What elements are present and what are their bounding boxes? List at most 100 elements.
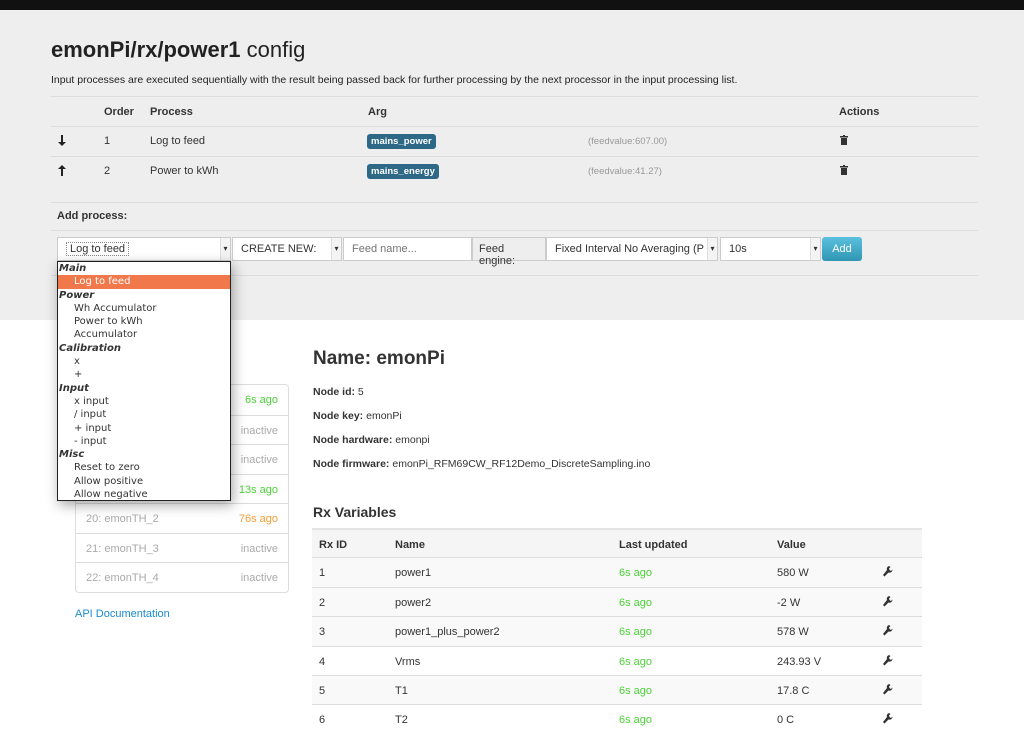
label: Node id: xyxy=(313,386,355,398)
feed-engine-select[interactable]: Fixed Interval No Averaging (P ▾ xyxy=(546,237,718,261)
dropdown-option[interactable]: x xyxy=(58,355,230,368)
wrench-icon[interactable] xyxy=(883,683,893,695)
value: emonpi xyxy=(392,434,430,446)
rx-name: power2 xyxy=(395,596,432,609)
rx-name: T2 xyxy=(395,714,408,727)
chevron-down-icon: ▾ xyxy=(220,238,230,260)
node-label: 22: emonTH_4 xyxy=(86,572,159,584)
arrow-down-icon[interactable] xyxy=(58,135,66,146)
dropdown-group-label: Input xyxy=(59,382,89,394)
rx-row: 6 T2 6s ago 0 C xyxy=(312,704,922,734)
dropdown-option[interactable]: Reset to zero xyxy=(58,461,230,474)
api-documentation-link[interactable]: API Documentation xyxy=(75,608,170,620)
node-status: inactive xyxy=(240,424,278,437)
value: emonPi xyxy=(363,410,402,422)
order: 1 xyxy=(104,135,111,147)
node-status: inactive xyxy=(240,542,278,555)
label: Node firmware: xyxy=(313,458,390,470)
dropdown-option[interactable]: / input xyxy=(58,408,230,421)
value: emonPi_RFM69CW_RF12Demo_DiscreteSampling… xyxy=(389,458,651,470)
node-list-item[interactable]: 20: emonTH_2 76s ago xyxy=(76,503,288,533)
wrench-icon[interactable] xyxy=(883,654,893,666)
col-arg: Arg xyxy=(368,106,387,118)
feed-name-input[interactable] xyxy=(343,237,472,261)
rx-value: 243.93 V xyxy=(777,655,822,668)
rx-name: Vrms xyxy=(395,655,421,668)
dropdown-option[interactable]: Log to feed xyxy=(58,275,230,289)
feedvalue: (feedvalue:41.27) xyxy=(588,166,662,177)
rx-id: 3 xyxy=(319,626,326,639)
rx-id: 5 xyxy=(319,684,326,697)
rx-updated: 6s ago xyxy=(619,714,653,727)
wrench-icon[interactable] xyxy=(883,713,893,724)
page-title: emonPi/rx/power1 config xyxy=(51,37,306,62)
node-status: 13s ago xyxy=(238,483,278,496)
selected-value: 10s xyxy=(729,243,747,255)
dropdown-option[interactable]: + xyxy=(58,368,230,381)
node-hardware: Node hardware: emonpi xyxy=(313,434,430,446)
dropdown-option[interactable]: + input xyxy=(58,422,230,435)
dropdown-option[interactable]: Wh Accumulator xyxy=(58,302,230,315)
add-button[interactable]: Add xyxy=(822,237,862,261)
dropdown-option[interactable]: x input xyxy=(58,395,230,408)
node-status: inactive xyxy=(240,454,278,466)
label: Node key: xyxy=(313,410,364,422)
col-order: Order xyxy=(104,106,134,118)
chevron-down-icon: ▾ xyxy=(707,238,717,260)
trash-icon[interactable] xyxy=(840,135,848,145)
node-list-item[interactable]: 21: emonTH_3 inactive xyxy=(76,532,288,563)
rx-id: 1 xyxy=(319,567,326,580)
rx-row: 3 power1_plus_power2 6s ago 578 W xyxy=(312,616,922,646)
label: Node hardware: xyxy=(313,434,393,446)
rx-value: 17.8 C xyxy=(777,684,810,697)
divider xyxy=(51,126,978,127)
process-dropdown-list[interactable]: Main Log to feed Power Wh Accumulator Power … xyxy=(57,261,231,501)
wrench-icon[interactable] xyxy=(883,625,893,636)
rx-name: power1_plus_power2 xyxy=(395,626,500,639)
dropdown-option[interactable]: Power to kWh xyxy=(58,315,230,328)
rx-name: power1 xyxy=(395,567,432,580)
page-description: Input processes are executed sequentiall… xyxy=(51,74,738,86)
node-name: Name: emonPi xyxy=(313,348,445,369)
divider xyxy=(51,156,978,157)
chevron-down-icon: ▾ xyxy=(810,238,820,260)
divider xyxy=(51,96,978,97)
trash-icon[interactable] xyxy=(840,165,848,175)
node-key: Node key: emonPi xyxy=(313,410,402,422)
add-process-label: Add process: xyxy=(57,210,128,222)
rx-updated: 6s ago xyxy=(619,655,653,668)
dropdown-group-label: Main xyxy=(59,263,87,274)
col-rx-id: Rx ID xyxy=(319,539,348,551)
interval-select[interactable]: 10s ▾ xyxy=(720,237,821,261)
selected-value: CREATE NEW: xyxy=(241,243,317,255)
arrow-up-icon[interactable] xyxy=(58,165,66,176)
wrench-icon[interactable] xyxy=(883,566,893,577)
process-name: Log to feed xyxy=(150,135,206,147)
node-status: inactive xyxy=(240,572,278,584)
dropdown-option[interactable]: Accumulator xyxy=(58,328,230,341)
node-label: 21: emonTH_3 xyxy=(86,542,159,555)
dropdown-option[interactable]: Allow positive xyxy=(58,475,230,488)
dropdown-group-label: Power xyxy=(59,289,95,301)
rx-variables-title: Rx Variables xyxy=(313,504,397,520)
dropdown-option[interactable]: - input xyxy=(58,435,230,448)
node-firmware: Node firmware: emonPi_RFM69CW_RF12Demo_D… xyxy=(313,458,650,470)
node-status: 6s ago xyxy=(244,394,278,406)
rx-id: 2 xyxy=(319,596,326,609)
rx-table: Rx ID Name Last updated Value 1 power1 6s … xyxy=(312,528,922,734)
rx-row: 1 power1 6s ago 580 W xyxy=(312,557,922,587)
col-value: Value xyxy=(777,539,806,551)
arg-badge[interactable]: mains_power xyxy=(367,134,436,149)
rx-value: 580 W xyxy=(777,567,809,580)
dropdown-group-label: Calibration xyxy=(59,342,121,354)
dropdown-option[interactable]: Allow negative xyxy=(58,488,230,501)
process-select[interactable]: Log to feed ▾ xyxy=(57,237,231,261)
rx-updated: 6s ago xyxy=(619,684,653,697)
create-select[interactable]: CREATE NEW: ▾ xyxy=(232,237,342,261)
rx-row: 2 power2 6s ago -2 W xyxy=(312,586,922,617)
rx-value: 0 C xyxy=(777,714,795,727)
wrench-icon[interactable] xyxy=(883,595,893,607)
rx-value: -2 W xyxy=(777,596,801,609)
node-list-item[interactable]: 22: emonTH_4 inactive xyxy=(76,562,288,592)
arg-badge[interactable]: mains_energy xyxy=(367,164,439,179)
